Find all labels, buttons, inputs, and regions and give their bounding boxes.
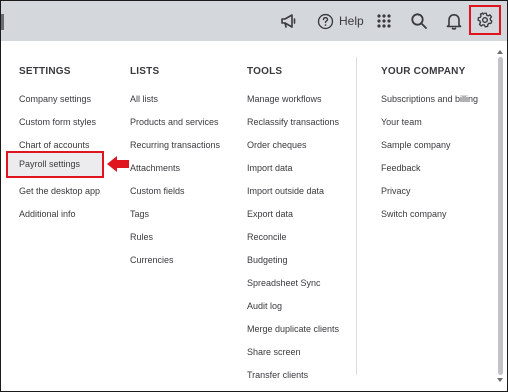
your-company-column: YOUR COMPANY Subscriptions and billing Y… <box>381 65 478 226</box>
menu-item-reconcile[interactable]: Reconcile <box>247 226 339 249</box>
bell-icon[interactable] <box>444 11 464 31</box>
tools-heading: TOOLS <box>247 66 283 77</box>
menu-item-share-screen[interactable]: Share screen <box>247 341 339 364</box>
menu-item-payroll-settings[interactable]: Payroll settings <box>6 151 104 178</box>
menu-item-audit-log[interactable]: Audit log <box>247 295 339 318</box>
scrollbar-thumb[interactable] <box>498 57 503 375</box>
menu-item-sample-company[interactable]: Sample company <box>381 134 478 157</box>
menu-item-attachments[interactable]: Attachments <box>130 157 220 180</box>
left-edge-marker <box>1 14 4 30</box>
menu-item-currencies[interactable]: Currencies <box>130 249 220 272</box>
lists-column: LISTS All lists Products and services Re… <box>130 65 220 272</box>
vertical-scrollbar[interactable] <box>496 49 504 383</box>
help-icon <box>317 13 334 29</box>
tools-column: TOOLS Manage workflows Reclassify transa… <box>247 65 339 387</box>
gear-button[interactable] <box>469 5 501 35</box>
settings-menu-panel: SETTINGS Company settings Custom form st… <box>1 41 507 391</box>
menu-item-merge-duplicate-clients[interactable]: Merge duplicate clients <box>247 318 339 341</box>
menu-item-custom-form-styles[interactable]: Custom form styles <box>19 111 100 134</box>
menu-item-rules[interactable]: Rules <box>130 226 220 249</box>
scroll-up-arrow-icon[interactable] <box>497 50 503 54</box>
menu-item-feedback[interactable]: Feedback <box>381 157 478 180</box>
megaphone-icon[interactable] <box>279 11 299 31</box>
settings-column: SETTINGS Company settings Custom form st… <box>19 65 100 226</box>
menu-item-tags[interactable]: Tags <box>130 203 220 226</box>
scroll-down-arrow-icon[interactable] <box>497 378 503 382</box>
menu-item-privacy[interactable]: Privacy <box>381 180 478 203</box>
menu-item-manage-workflows[interactable]: Manage workflows <box>247 88 339 111</box>
menu-item-all-lists[interactable]: All lists <box>130 88 220 111</box>
your-company-heading: YOUR COMPANY <box>381 66 466 77</box>
help-button[interactable]: Help <box>317 11 364 31</box>
menu-item-custom-fields[interactable]: Custom fields <box>130 180 220 203</box>
menu-item-import-outside-data[interactable]: Import outside data <box>247 180 339 203</box>
menu-item-transfer-clients[interactable]: Transfer clients <box>247 364 339 387</box>
menu-item-recurring-transactions[interactable]: Recurring transactions <box>130 134 220 157</box>
menu-item-switch-company[interactable]: Switch company <box>381 203 478 226</box>
top-bar: Help <box>1 1 507 41</box>
menu-item-company-settings[interactable]: Company settings <box>19 88 100 111</box>
menu-item-budgeting[interactable]: Budgeting <box>247 249 339 272</box>
apps-grid-icon[interactable] <box>374 11 394 31</box>
menu-item-spreadsheet-sync[interactable]: Spreadsheet Sync <box>247 272 339 295</box>
menu-item-products-services[interactable]: Products and services <box>130 111 220 134</box>
settings-heading: SETTINGS <box>19 66 71 77</box>
menu-item-reclassify-transactions[interactable]: Reclassify transactions <box>247 111 339 134</box>
menu-item-additional-info[interactable]: Additional info <box>19 203 100 226</box>
red-arrow-pointer <box>107 156 129 172</box>
menu-item-get-desktop-app[interactable]: Get the desktop app <box>19 180 100 203</box>
menu-item-subscriptions-billing[interactable]: Subscriptions and billing <box>381 88 478 111</box>
settings-window: Help SETTINGS Company settings Custom fo… <box>0 0 508 392</box>
column-divider <box>356 57 357 375</box>
lists-heading: LISTS <box>130 66 160 77</box>
search-icon[interactable] <box>409 11 429 31</box>
help-label: Help <box>339 14 364 28</box>
menu-item-order-cheques[interactable]: Order cheques <box>247 134 339 157</box>
menu-item-your-team[interactable]: Your team <box>381 111 478 134</box>
menu-item-export-data[interactable]: Export data <box>247 203 339 226</box>
gear-icon <box>477 12 493 28</box>
menu-item-import-data[interactable]: Import data <box>247 157 339 180</box>
